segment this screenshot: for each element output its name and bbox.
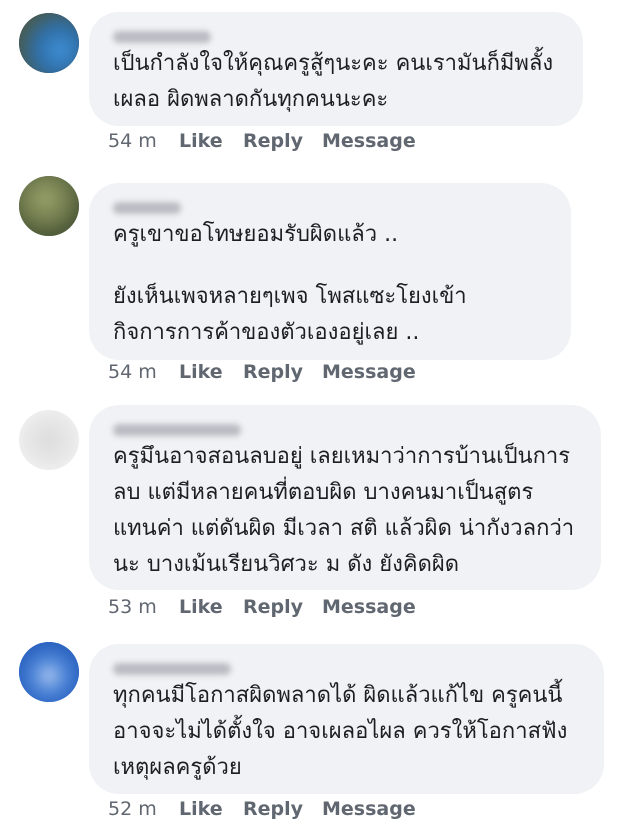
reply-button[interactable]: Reply bbox=[243, 798, 322, 820]
comment-text-line: ลบ แต่มีหลายคนที่ตอบผิด บางคนมาเป็นสูตร bbox=[113, 480, 534, 505]
like-button[interactable]: Like bbox=[179, 361, 243, 383]
comment-text-line: เหตุผลครูด้วย bbox=[113, 755, 242, 780]
avatar[interactable] bbox=[19, 410, 79, 470]
comment-text-line: นะ บางเม้นเรียนวิศวะ ม ดัง ยังคิดผิด bbox=[113, 552, 460, 577]
comment-text-line: ยังเห็นเพจหลายๆเพจ โพสแซะโยงเข้า bbox=[113, 284, 467, 309]
message-button[interactable]: Message bbox=[322, 596, 416, 618]
comment-actions: 53 m Like Reply Message bbox=[108, 596, 416, 618]
author-name[interactable] bbox=[113, 421, 577, 439]
comment-text-line: แทนค่า แต่ดันผิด มีเวลา สติ แล้วผิด น่าก… bbox=[113, 516, 575, 541]
reply-button[interactable]: Reply bbox=[243, 130, 322, 152]
like-button[interactable]: Like bbox=[179, 130, 243, 152]
comment-bubble: ครูเขาขอโทษยอมรับผิดแล้ว .. ยังเห็นเพจหล… bbox=[89, 183, 571, 360]
timestamp[interactable]: 54 m bbox=[108, 361, 179, 383]
comment-actions: 54 m Like Reply Message bbox=[108, 130, 416, 152]
message-button[interactable]: Message bbox=[322, 361, 416, 383]
author-name[interactable] bbox=[113, 660, 580, 678]
comment-text-line: เป็นกำลังใจให้คุณครูสู้ๆนะคะ คนเรามันก็ม… bbox=[113, 51, 554, 76]
avatar[interactable] bbox=[19, 176, 79, 236]
comment-text-line: ครูมึนอาจสอนลบอยู่ เลยเหมาว่าการบ้านเป็น… bbox=[113, 444, 571, 469]
message-button[interactable]: Message bbox=[322, 130, 416, 152]
comment-actions: 54 m Like Reply Message bbox=[108, 361, 416, 383]
comment-actions: 52 m Like Reply Message bbox=[108, 798, 416, 820]
comment-text-line: ทุกคนมีโอกาสผิดพลาดได้ ผิดแล้วแก้ไข ครูค… bbox=[113, 683, 563, 708]
comment-text-line bbox=[113, 253, 547, 279]
like-button[interactable]: Like bbox=[179, 798, 243, 820]
timestamp[interactable]: 54 m bbox=[108, 130, 179, 152]
like-button[interactable]: Like bbox=[179, 596, 243, 618]
avatar[interactable] bbox=[19, 13, 79, 73]
comment-bubble: ทุกคนมีโอกาสผิดพลาดได้ ผิดแล้วแก้ไข ครูค… bbox=[89, 644, 604, 794]
reply-button[interactable]: Reply bbox=[243, 361, 322, 383]
author-name[interactable] bbox=[113, 28, 559, 46]
comment-bubble: ครูมึนอาจสอนลบอยู่ เลยเหมาว่าการบ้านเป็น… bbox=[89, 405, 601, 590]
author-name[interactable] bbox=[113, 199, 547, 217]
message-button[interactable]: Message bbox=[322, 798, 416, 820]
comment-text-line: เผลอ ผิดพลาดกันทุกคนนะคะ bbox=[113, 87, 389, 112]
comment-text-line: อาจจะไม่ได้ตั้งใจ อาจเผลอไผล ควรให้โอกาส… bbox=[113, 719, 568, 744]
comment-text-line: ครูเขาขอโทษยอมรับผิดแล้ว .. bbox=[113, 222, 399, 247]
comment-bubble: เป็นกำลังใจให้คุณครูสู้ๆนะคะ คนเรามันก็ม… bbox=[89, 12, 583, 126]
avatar[interactable] bbox=[19, 642, 79, 702]
timestamp[interactable]: 52 m bbox=[108, 798, 179, 820]
timestamp[interactable]: 53 m bbox=[108, 596, 179, 618]
comment-text-line: กิจการการค้าของตัวเองอยู่เลย .. bbox=[113, 320, 420, 345]
reply-button[interactable]: Reply bbox=[243, 596, 322, 618]
